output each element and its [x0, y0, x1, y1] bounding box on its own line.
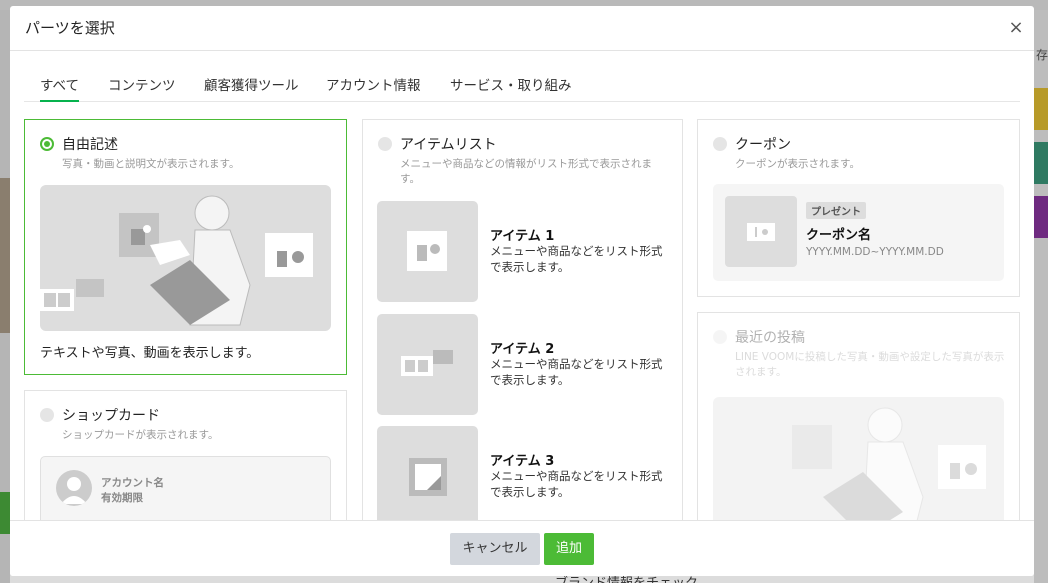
card-title: クーポン [735, 137, 791, 153]
list-item: アイテム 2 メニューや商品などをリスト形式で表示します。 [377, 314, 667, 416]
item-title: アイテム 2 [490, 342, 555, 357]
list-item: アイテム 1 メニューや商品などをリスト形式で表示します。 [377, 201, 667, 303]
background-color-block-purple [1034, 196, 1048, 238]
parts-grid: 自由記述 写真・動画と説明文が表示されます。 テキストや写真、動画を表示します。… [10, 103, 1034, 520]
item-description: メニューや商品などをリスト形式で表示します。 [490, 244, 663, 274]
card-description: ショップカードが表示されます。 [62, 429, 219, 441]
add-button[interactable]: 追加 [544, 533, 594, 565]
avatar-icon [56, 470, 92, 506]
card-title: 最近の投稿 [735, 330, 805, 346]
background-right-text: 存 [1035, 48, 1048, 62]
ticket-icon [747, 223, 775, 241]
tab-account-info[interactable]: アカウント情報 [326, 74, 421, 102]
tab-bar: すべて コンテンツ 顧客獲得ツール アカウント情報 サービス・取り組み [24, 68, 1020, 102]
background-right-panel: 存 [1034, 10, 1048, 583]
shop-expiry: 有効期限 [101, 492, 143, 504]
background-color-block-yellow [1034, 88, 1048, 130]
item-title: アイテム 1 [490, 229, 555, 244]
item-description: メニューや商品などをリスト形式で表示します。 [490, 469, 663, 499]
card-coupon[interactable]: クーポン クーポンが表示されます。 プレゼント クーポン名 YYYY.MM.DD… [697, 119, 1020, 297]
coupon-badge: プレゼント [806, 202, 866, 219]
coupon-name: クーポン名 [806, 228, 872, 243]
card-title: アイテムリスト [400, 137, 497, 153]
item-description: メニューや商品などをリスト形式で表示します。 [490, 357, 663, 387]
modal-footer: キャンセル 追加 [10, 520, 1034, 576]
shop-account-name: アカウント名 [101, 477, 164, 489]
card-title: ショップカード [62, 408, 160, 424]
background-color-block-teal [1034, 142, 1048, 184]
person-with-photos-icon [40, 195, 313, 326]
recent-posts-content: 最近の投稿 LINE VOOMに投稿した写真・動画や設定した写真が表示されます。 [698, 313, 1019, 520]
coupon-date: YYYY.MM.DD~YYYY.MM.DD [806, 246, 944, 258]
free-text-illustration [40, 185, 331, 331]
list-item: アイテム 3 メニューや商品などをリスト形式で表示します。 [377, 426, 667, 520]
background-green-button [0, 492, 10, 534]
cancel-button[interactable]: キャンセル [450, 533, 540, 565]
card-title: 自由記述 [62, 137, 118, 153]
radio-shop-card[interactable] [40, 408, 54, 422]
card-description: LINE VOOMに投稿した写真・動画や設定した写真が表示されます。 [735, 351, 1005, 378]
card-shop-card[interactable]: ショップカード ショップカードが表示されます。 アカウント名 有効期限 [24, 390, 347, 520]
tab-services[interactable]: サービス・取り組み [450, 74, 572, 102]
background-photo [0, 178, 10, 333]
radio-item-list[interactable] [378, 137, 392, 151]
modal-title: パーツを選択 [25, 19, 115, 37]
close-icon[interactable]: × [1006, 18, 1026, 38]
item-thumbnail [377, 426, 478, 520]
card-item-list[interactable]: アイテムリスト メニューや商品などの情報がリスト形式で表示されます。 アイテム … [362, 119, 683, 520]
tab-all[interactable]: すべて [40, 74, 80, 102]
tab-customer-acquisition[interactable]: 顧客獲得ツール [204, 74, 299, 102]
shop-card-preview: アカウント名 有効期限 [40, 456, 331, 520]
radio-free-text[interactable] [40, 137, 54, 151]
parts-select-modal: パーツを選択 × すべて コンテンツ 顧客獲得ツール アカウント情報 サービス・… [10, 6, 1034, 576]
coupon-thumbnail [725, 196, 797, 267]
item-title: アイテム 3 [490, 454, 555, 469]
card-description: 写真・動画と説明文が表示されます。 [62, 158, 240, 170]
card-description: クーポンが表示されます。 [735, 158, 860, 170]
coupon-preview: プレゼント クーポン名 YYYY.MM.DD~YYYY.MM.DD [713, 184, 1004, 281]
person-with-photos-icon [792, 407, 986, 520]
item-thumbnail [377, 314, 478, 415]
recent-posts-illustration [713, 397, 1004, 520]
modal-header: パーツを選択 × [10, 6, 1034, 51]
picture-icon [409, 458, 447, 496]
card-free-text[interactable]: 自由記述 写真・動画と説明文が表示されます。 テキストや写真、動画を表示します。 [24, 119, 347, 375]
radio-coupon[interactable] [713, 137, 727, 151]
background-left-panel [0, 10, 10, 583]
image-icon [407, 231, 447, 271]
gallery-icon [401, 350, 453, 376]
free-text-caption: テキストや写真、動画を表示します。 [40, 346, 260, 361]
item-thumbnail [377, 201, 478, 302]
card-recent-posts: 最近の投稿 LINE VOOMに投稿した写真・動画や設定した写真が表示されます。 [697, 312, 1020, 520]
radio-recent-posts [713, 330, 727, 344]
card-description: メニューや商品などの情報がリスト形式で表示されます。 [400, 158, 652, 185]
tab-contents[interactable]: コンテンツ [108, 74, 176, 102]
